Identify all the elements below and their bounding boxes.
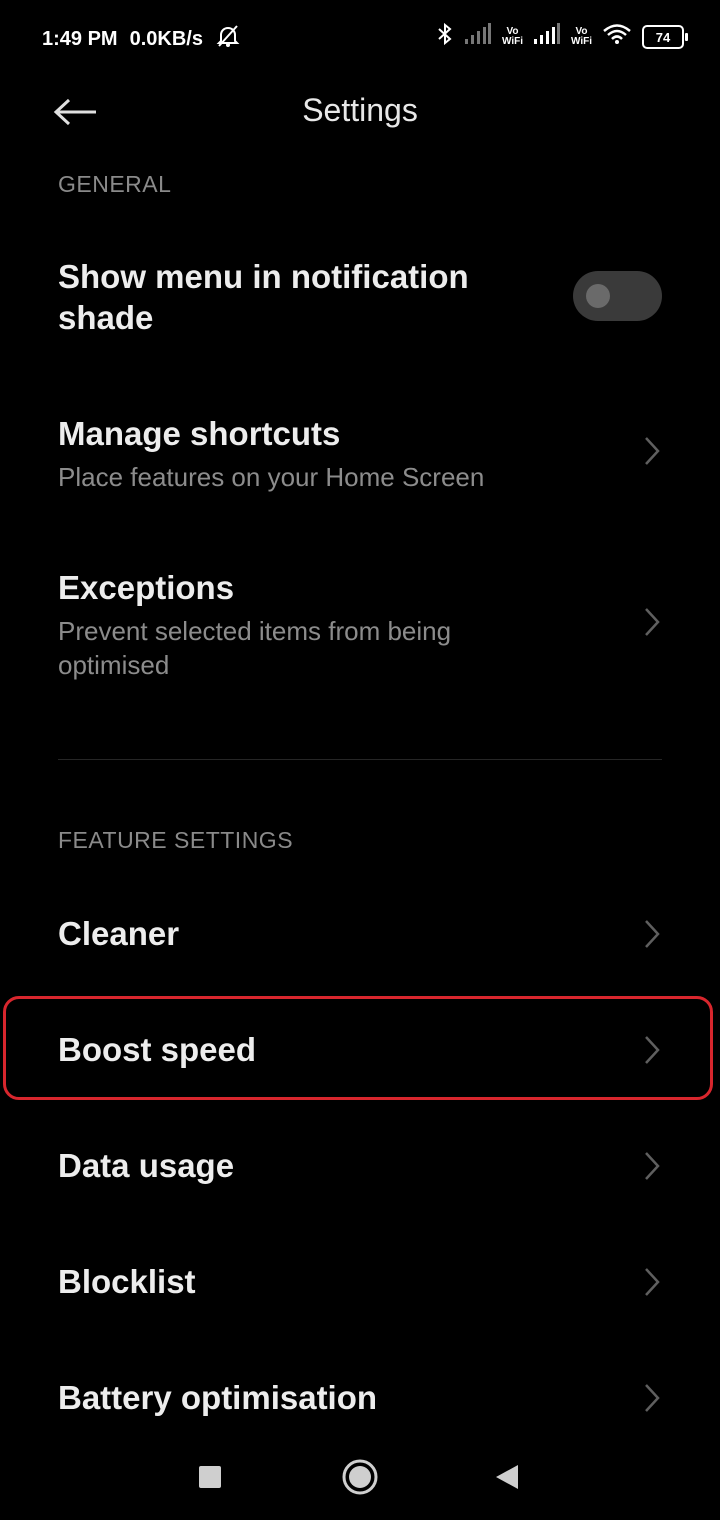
signal-icon-2 <box>533 23 561 51</box>
blocklist-row[interactable]: Blocklist <box>0 1230 720 1334</box>
notification-menu-title: Show menu in notification shade <box>58 258 469 336</box>
chevron-right-icon <box>645 1268 660 1296</box>
navigation-bar <box>0 1430 720 1520</box>
exceptions-title: Exceptions <box>58 569 235 606</box>
section-label-feature-settings: FEATURE SETTINGS <box>58 827 294 853</box>
home-button[interactable] <box>335 1452 385 1502</box>
notification-menu-row[interactable]: Show menu in notification shade <box>0 236 720 354</box>
battery-optimisation-row[interactable]: Battery optimisation <box>0 1346 720 1430</box>
cleaner-row[interactable]: Cleaner <box>0 882 720 986</box>
toggle-knob <box>586 284 610 308</box>
battery-level: 74 <box>655 29 671 45</box>
status-left: 1:49 PM 0.0KB/s <box>42 24 241 54</box>
home-circle-icon <box>342 1459 378 1495</box>
manage-shortcuts-title: Manage shortcuts <box>58 415 341 452</box>
back-nav-button[interactable] <box>482 1452 532 1502</box>
chevron-right-icon <box>645 1384 660 1412</box>
section-divider <box>58 759 662 760</box>
chevron-right-icon <box>645 608 660 636</box>
data-usage-row[interactable]: Data usage <box>0 1114 720 1218</box>
manage-shortcuts-row[interactable]: Manage shortcuts Place features on your … <box>0 392 720 512</box>
bluetooth-icon <box>436 22 454 52</box>
square-icon <box>199 1466 221 1488</box>
exceptions-row[interactable]: Exceptions Prevent selected items from b… <box>0 546 720 706</box>
exceptions-subtitle: Prevent selected items from being optimi… <box>58 616 452 680</box>
status-right: Vo WiFi Vo WiFi 74 <box>436 22 688 52</box>
vowifi-label-1: Vo WiFi <box>502 27 523 47</box>
status-bar: 1:49 PM 0.0KB/s Vo WiFi Vo WiFi 74 <box>0 0 720 70</box>
section-label-general: GENERAL <box>58 171 172 197</box>
wifi-icon <box>602 23 632 51</box>
battery-optimisation-title: Battery optimisation <box>58 1379 378 1416</box>
chevron-right-icon <box>645 437 660 465</box>
cleaner-title: Cleaner <box>58 915 180 952</box>
triangle-back-icon <box>496 1465 518 1489</box>
recents-button[interactable] <box>185 1452 235 1502</box>
notification-menu-toggle[interactable] <box>573 271 662 321</box>
battery-icon: 74 <box>642 25 688 49</box>
muted-bell-icon <box>215 24 241 54</box>
blocklist-title: Blocklist <box>58 1263 196 1300</box>
chevron-right-icon <box>645 1152 660 1180</box>
vowifi-bottom-2: WiFi <box>570 36 592 47</box>
network-speed: 0.0KB/s <box>129 27 203 50</box>
page-title: Settings <box>302 92 418 128</box>
data-usage-title: Data usage <box>58 1147 235 1184</box>
app-header: Settings <box>0 76 720 148</box>
signal-icon-1 <box>464 23 492 51</box>
highlight-box <box>3 996 713 1100</box>
vowifi-label-2: Vo WiFi <box>571 27 592 47</box>
status-time: 1:49 PM <box>42 27 118 50</box>
manage-shortcuts-subtitle: Place features on your Home Screen <box>58 462 485 492</box>
vowifi-bottom-1: WiFi <box>501 36 523 47</box>
chevron-right-icon <box>645 920 660 948</box>
